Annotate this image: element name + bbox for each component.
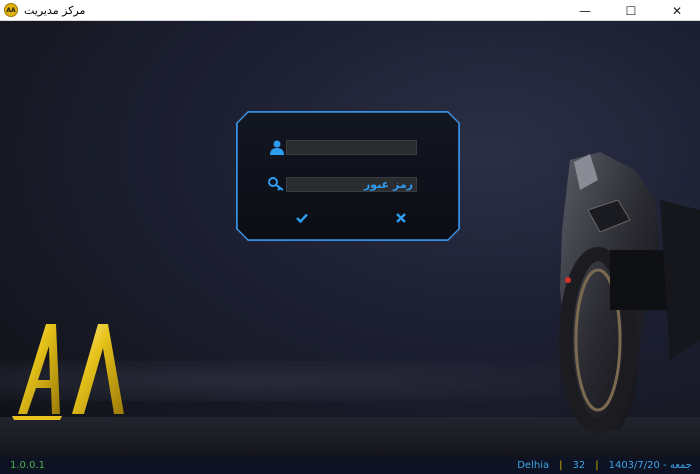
close-button[interactable]: ✕ (654, 0, 700, 21)
user-icon (270, 140, 284, 155)
password-input[interactable] (286, 177, 417, 192)
status-bar: 1.0.0.1 Delhia | 32 | 1403/7/20 - جمعه (0, 457, 700, 474)
x-icon (396, 213, 406, 223)
separator: | (595, 460, 599, 471)
app-icon: AA (4, 3, 18, 17)
logo-image (12, 324, 124, 420)
motorcycle-image (559, 152, 700, 433)
ok-button[interactable] (294, 210, 310, 226)
title-bar: AA مرکز مدیریت — ☐ ✕ (0, 0, 700, 21)
username-input[interactable] (286, 140, 417, 155)
cancel-button[interactable] (393, 210, 409, 226)
status-info: Delhia | 32 | 1403/7/20 - جمعه (517, 458, 692, 473)
version-label: 1.0.0.1 (10, 460, 45, 471)
status-user: Delhia (517, 460, 550, 471)
check-icon (296, 213, 308, 223)
window-title: مرکز مدیریت (24, 3, 86, 17)
status-date: 1403/7/20 - جمعه (608, 460, 692, 471)
status-number: 32 (572, 460, 586, 471)
key-icon (268, 177, 284, 191)
login-panel-border (236, 111, 460, 241)
maximize-button[interactable]: ☐ (608, 0, 654, 21)
minimize-button[interactable]: — (562, 0, 608, 21)
window-controls: — ☐ ✕ (562, 0, 700, 21)
separator: | (559, 460, 563, 471)
